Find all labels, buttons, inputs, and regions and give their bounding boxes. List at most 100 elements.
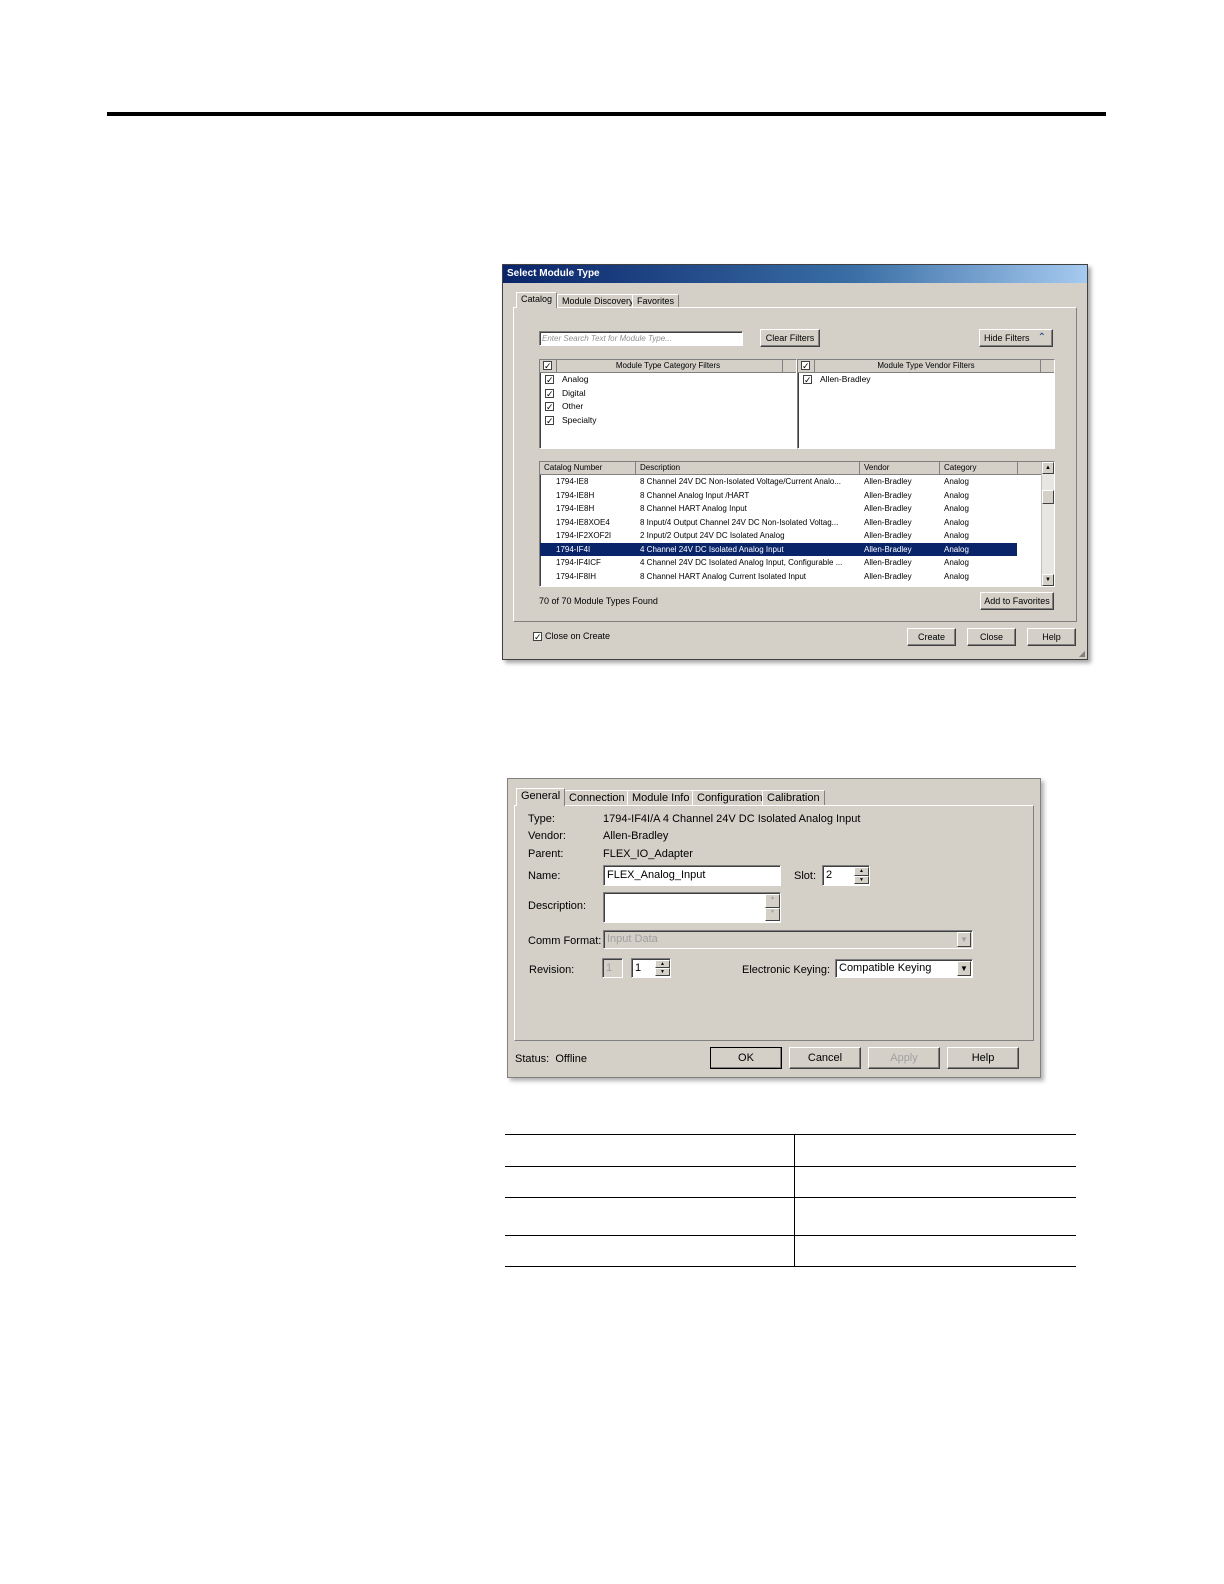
tab-connection[interactable]: Connection (564, 790, 630, 806)
table-row[interactable]: 1794-IF2XOF2I 2 Input/2 Output 24V DC Iso… (540, 529, 1017, 543)
revision-spinner[interactable]: ▲ ▼ (655, 960, 670, 976)
search-input[interactable]: Enter Search Text for Module Type... (539, 331, 743, 346)
table-cell (794, 1166, 1076, 1198)
description-scrollbar[interactable]: ▲ ▼ (765, 894, 780, 921)
tab-general[interactable]: General (516, 788, 566, 806)
column-vendor[interactable]: Vendor (860, 462, 940, 474)
cell-catalog: 1794-IE8XOE4 (556, 517, 610, 527)
category-filter-item[interactable]: ✓ Other (540, 400, 796, 414)
category-filter-header-label: Module Type Category Filters (615, 361, 721, 370)
spin-down-icon[interactable]: ▼ (854, 875, 869, 884)
cell-category: Analog (944, 504, 969, 513)
create-button[interactable]: Create (907, 628, 956, 646)
filter-label: Analog (562, 374, 589, 384)
close-on-create[interactable]: ✓ Close on Create (533, 631, 610, 642)
hide-filters-button[interactable]: Hide Filters ⌃ (979, 329, 1053, 347)
table-cell (794, 1134, 1076, 1167)
add-to-favorites-button[interactable]: Add to Favorites (980, 592, 1054, 610)
chevron-down-icon[interactable]: ▼ (957, 932, 971, 947)
table-row[interactable]: 1794-IF4ICF 4 Channel 24V DC Isolated Ana… (540, 556, 1017, 570)
tab-catalog[interactable]: Catalog (516, 292, 558, 308)
name-label: Name: (528, 870, 561, 882)
close-on-create-checkbox[interactable]: ✓ (533, 632, 542, 642)
vendor-all-checkbox[interactable]: ✓ (801, 361, 810, 371)
cell-category: Analog (944, 558, 969, 567)
checkbox[interactable]: ✓ (545, 388, 554, 398)
chevron-down-icon[interactable]: ▼ (957, 961, 971, 976)
grid-header: Catalog Number Description Vendor Catego… (540, 462, 1054, 475)
tab-favorites[interactable]: Favorites (632, 294, 680, 308)
category-all-checkbox[interactable]: ✓ (543, 361, 552, 371)
scroll-up-arrow-icon[interactable]: ▲ (1042, 462, 1054, 474)
checkbox[interactable]: ✓ (545, 375, 554, 385)
table-row (505, 1235, 1076, 1267)
table-row[interactable]: 1794-IE8XOE4 8 Input/4 Output Channel 24V… (540, 516, 1017, 530)
resize-grip-icon[interactable]: ◢ (1079, 649, 1085, 658)
help-button[interactable]: Help (1027, 628, 1076, 646)
column-catalog-number[interactable]: Catalog Number (540, 462, 636, 474)
electronic-keying-value: Compatible Keying (839, 962, 932, 974)
table-row[interactable]: 1794-IF8IH 8 Channel HART Analog Current … (540, 570, 1017, 584)
tab-calibration[interactable]: Calibration (762, 790, 825, 806)
ok-button[interactable]: OK (710, 1047, 782, 1069)
page-header-rule (107, 112, 1106, 116)
cell-category: Analog (944, 571, 969, 581)
select-module-type-dialog: Select Module Type Catalog Module Discov… (502, 264, 1088, 660)
category-filter-item[interactable]: ✓ Analog (540, 373, 796, 387)
comm-format-value: Input Data (607, 933, 658, 945)
table-row[interactable]: 1794-IE8H 8 Channel HART Analog Input Alle… (540, 502, 1017, 516)
spin-up-icon[interactable]: ▲ (655, 960, 670, 968)
slot-spinner[interactable]: ▲ ▼ (854, 867, 869, 884)
vendor-filter-item[interactable]: ✓ Allen-Bradley (798, 373, 1054, 387)
cancel-button[interactable]: Cancel (789, 1047, 861, 1069)
checkbox[interactable]: ✓ (803, 375, 812, 385)
cell-category: Analog (944, 544, 969, 554)
tab-configuration[interactable]: Configuration (692, 790, 768, 806)
apply-button[interactable]: Apply (868, 1047, 940, 1069)
name-field[interactable]: FLEX_Analog_Input (603, 865, 781, 886)
category-filter-item[interactable]: ✓ Specialty (540, 414, 796, 428)
cell-category: Analog (944, 531, 969, 540)
checkbox[interactable]: ✓ (545, 402, 554, 412)
grid-scrollbar[interactable]: ▲ ▼ (1041, 462, 1054, 586)
table-cell (794, 1197, 1076, 1236)
vendor-value: Allen-Bradley (603, 830, 669, 842)
column-category[interactable]: Category (940, 462, 1018, 474)
module-type-grid: Catalog Number Description Vendor Catego… (539, 461, 1055, 587)
cell-vendor: Allen-Bradley (864, 504, 912, 513)
help-button[interactable]: Help (947, 1047, 1019, 1069)
description-label: Description: (528, 900, 587, 912)
tab-module-discovery[interactable]: Module Discovery (557, 294, 639, 308)
tab-module-info[interactable]: Module Info (627, 790, 695, 806)
spin-up-icon[interactable]: ▲ (854, 867, 869, 876)
table-cell (794, 1235, 1076, 1267)
cell-description: 8 Channel HART Analog Current Isolated I… (640, 571, 807, 581)
found-count: 70 of 70 Module Types Found (539, 596, 658, 606)
column-description[interactable]: Description (636, 462, 860, 474)
table-row[interactable]: 1794-IF4I 4 Channel 24V DC Isolated Analo… (540, 542, 1017, 556)
scroll-down-icon[interactable]: ▼ (765, 907, 780, 921)
checkbox[interactable]: ✓ (545, 415, 554, 425)
electronic-keying-select[interactable]: Compatible Keying ▼ (835, 959, 973, 978)
scroll-up-icon[interactable]: ▲ (765, 894, 780, 908)
cell-catalog: 1794-IF8IH (556, 571, 597, 581)
close-button[interactable]: Close (967, 628, 1016, 646)
scroll-thumb[interactable] (1042, 490, 1054, 504)
category-filter-item[interactable]: ✓ Digital (540, 387, 796, 401)
filter-label: Allen-Bradley (820, 374, 871, 384)
table-row[interactable]: 1794-IE8 8 Channel 24V DC Non-Isolated Vo… (540, 475, 1017, 489)
table-cell (505, 1235, 795, 1267)
status-label: Status: (515, 1053, 550, 1065)
cell-category: Analog (944, 490, 969, 500)
table-row[interactable]: 1794-IE8H 8 Channel Analog Input /HART All… (540, 489, 1017, 503)
spin-down-icon[interactable]: ▼ (655, 968, 670, 976)
revision-major-field: 1 (602, 958, 623, 978)
status-value: Offline (555, 1053, 587, 1065)
electronic-keying-label: Electronic Keying: (742, 964, 831, 976)
cell-description: 8 Channel 24V DC Non-Isolated Voltage/Cu… (640, 477, 842, 486)
clear-filters-button[interactable]: Clear Filters (760, 329, 820, 347)
scroll-down-arrow-icon[interactable]: ▼ (1042, 574, 1054, 586)
comm-format-select[interactable]: Input Data ▼ (603, 930, 973, 949)
description-field[interactable] (603, 892, 781, 923)
table-row (505, 1166, 1076, 1198)
